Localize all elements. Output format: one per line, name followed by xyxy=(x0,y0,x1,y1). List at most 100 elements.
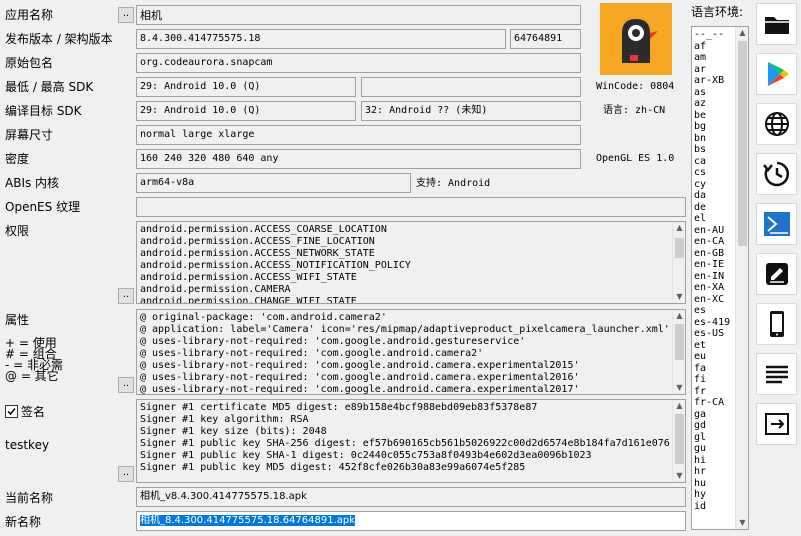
scroll-thumb[interactable] xyxy=(738,41,747,246)
language-item[interactable]: gl xyxy=(694,432,730,444)
language-item[interactable]: --_-- xyxy=(694,29,730,41)
scroll-up-icon[interactable]: ▲ xyxy=(736,27,748,39)
signature-scrollbar[interactable]: ▲ ▼ xyxy=(672,400,685,482)
abis-label: ABIs 内核 xyxy=(5,176,60,190)
max-sdk-field[interactable] xyxy=(361,77,581,97)
version-label: 发布版本 / 架构版本 xyxy=(5,32,113,46)
language-item[interactable]: el xyxy=(694,213,730,225)
min-max-sdk-label: 最低 / 最高 SDK xyxy=(5,80,94,94)
permissions-box[interactable]: android.permission.ACCESS_COARSE_LOCATIO… xyxy=(136,221,686,304)
scroll-up-icon[interactable]: ▲ xyxy=(673,222,685,234)
permissions-more-button[interactable]: .. xyxy=(118,288,134,304)
scroll-up-icon[interactable]: ▲ xyxy=(673,310,685,322)
history-icon xyxy=(763,161,790,187)
language-item[interactable]: da xyxy=(694,190,730,202)
signature-box[interactable]: Signer #1 certificate MD5 digest: e89b15… xyxy=(136,399,686,483)
language-item[interactable]: ga xyxy=(694,409,730,421)
package-field[interactable]: org.codeaurora.snapcam xyxy=(136,53,581,73)
language-item[interactable]: az xyxy=(694,98,730,110)
version-field[interactable]: 8.4.300.414775575.18 xyxy=(136,29,506,49)
language-item[interactable]: as xyxy=(694,87,730,99)
export-button[interactable] xyxy=(756,403,797,445)
language-item[interactable]: ca xyxy=(694,156,730,168)
language-item[interactable]: gd xyxy=(694,420,730,432)
screen-field[interactable]: normal large xlarge xyxy=(136,125,581,145)
language-item[interactable]: en-XA xyxy=(694,282,730,294)
language-item[interactable]: en-XC xyxy=(694,294,730,306)
language-item[interactable]: en-GB xyxy=(694,248,730,260)
attribute-line: @ uses-library-not-required: 'com.google… xyxy=(140,348,484,359)
language-item[interactable]: en-CA xyxy=(694,236,730,248)
history-button[interactable] xyxy=(756,153,797,195)
abis-field[interactable]: arm64-v8a xyxy=(136,173,411,193)
terminal-button[interactable] xyxy=(756,203,797,245)
language-item[interactable]: gu xyxy=(694,443,730,455)
app-name-field[interactable]: 相机 xyxy=(136,5,581,25)
language-item[interactable]: hi xyxy=(694,455,730,467)
language-scrollbar[interactable]: ▲ ▼ xyxy=(735,27,748,529)
language-item[interactable]: be xyxy=(694,110,730,122)
edit-button[interactable] xyxy=(756,253,797,295)
target-sdk-field[interactable]: 29: Android 10.0 (Q) xyxy=(136,101,356,121)
language-item[interactable]: bg xyxy=(694,121,730,133)
language-item[interactable]: fa xyxy=(694,363,730,375)
language-item[interactable]: en-IE xyxy=(694,259,730,271)
attributes-more-button[interactable]: .. xyxy=(118,377,134,393)
signature-more-button[interactable]: .. xyxy=(118,466,134,482)
signature-checkbox[interactable] xyxy=(5,405,18,418)
scroll-down-icon[interactable]: ▼ xyxy=(736,517,748,529)
language-item[interactable]: hy xyxy=(694,489,730,501)
language-item[interactable]: hu xyxy=(694,478,730,490)
web-button[interactable] xyxy=(756,103,797,145)
language-item[interactable]: de xyxy=(694,202,730,214)
language-item[interactable]: af xyxy=(694,41,730,53)
opengl-texture-label: OpenES 纹理 xyxy=(5,200,81,214)
language-item[interactable]: es-US xyxy=(694,328,730,340)
language-item[interactable]: bn xyxy=(694,133,730,145)
opengl-texture-field[interactable] xyxy=(136,197,686,217)
min-sdk-field[interactable]: 29: Android 10.0 (Q) xyxy=(136,77,356,97)
google-play-button[interactable] xyxy=(756,53,797,95)
language-item[interactable]: ar-XB xyxy=(694,75,730,87)
language-item[interactable]: eu xyxy=(694,351,730,363)
language-item[interactable]: bs xyxy=(694,144,730,156)
scroll-thumb[interactable] xyxy=(675,324,684,360)
attributes-scrollbar[interactable]: ▲ ▼ xyxy=(672,310,685,394)
testkey-label: testkey xyxy=(5,438,50,452)
language-item[interactable]: am xyxy=(694,52,730,64)
language-item[interactable]: en-IN xyxy=(694,271,730,283)
language-item[interactable]: et xyxy=(694,340,730,352)
package-label: 原始包名 xyxy=(5,56,54,70)
language-item[interactable]: id xyxy=(694,501,730,513)
language-item[interactable]: cy xyxy=(694,179,730,191)
density-field[interactable]: 160 240 320 480 640 any xyxy=(136,149,581,169)
language-item[interactable]: es-419 xyxy=(694,317,730,329)
target-sdk-label: 编译目标 SDK xyxy=(5,104,82,118)
open-folder-button[interactable] xyxy=(756,3,797,45)
language-item[interactable]: hr xyxy=(694,466,730,478)
device-button[interactable] xyxy=(756,303,797,345)
list-button[interactable] xyxy=(756,353,797,395)
scroll-thumb[interactable] xyxy=(675,238,684,258)
scroll-down-icon[interactable]: ▼ xyxy=(673,470,685,482)
current-name-field[interactable]: 相机_v8.4.300.414775575.18.apk xyxy=(136,487,686,507)
version-code-field[interactable]: 64764891 xyxy=(510,29,581,49)
scroll-up-icon[interactable]: ▲ xyxy=(673,400,685,412)
language-item[interactable]: cs xyxy=(694,167,730,179)
language-item[interactable]: ar xyxy=(694,64,730,76)
language-item[interactable]: fi xyxy=(694,374,730,386)
attributes-box[interactable]: @ original-package: 'com.android.camera2… xyxy=(136,309,686,395)
language-item[interactable]: es xyxy=(694,305,730,317)
language-item[interactable]: en-AU xyxy=(694,225,730,237)
new-name-input[interactable]: 相机_8.4.300.414775575.18.64764891.apk xyxy=(136,511,686,531)
language-item[interactable]: fr xyxy=(694,386,730,398)
scroll-down-icon[interactable]: ▼ xyxy=(673,382,685,394)
attribute-line: @ uses-library-not-required: 'com.google… xyxy=(140,336,526,347)
scroll-thumb[interactable] xyxy=(675,414,684,464)
permissions-scrollbar[interactable]: ▲ ▼ xyxy=(672,222,685,303)
compile-sdk-field[interactable]: 32: Android ?? (未知) xyxy=(361,101,581,121)
app-name-more-button[interactable]: .. xyxy=(118,7,134,23)
language-item[interactable]: fr-CA xyxy=(694,397,730,409)
language-list[interactable]: --_-- af am ar ar-XB as az be bg bn bs ca cs cy da de el… xyxy=(691,26,749,530)
scroll-down-icon[interactable]: ▼ xyxy=(673,291,685,303)
